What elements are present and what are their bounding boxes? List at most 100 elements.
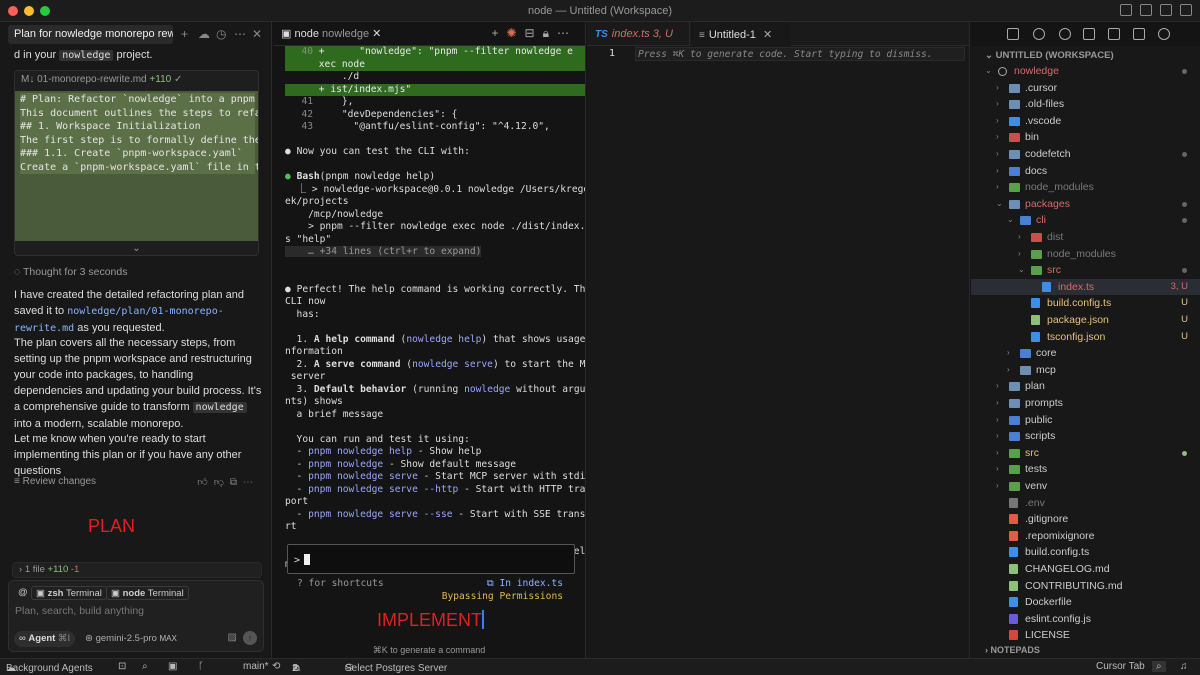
account-icon[interactable] <box>1158 28 1170 40</box>
tree-item[interactable]: › scripts <box>971 428 1200 445</box>
terminal-tab[interactable]: ▣ node nowledge ✕ <box>281 27 381 40</box>
thought-indicator[interactable]: ◌ Thought for 3 seconds <box>14 264 262 280</box>
tree-item[interactable]: .env <box>971 495 1200 512</box>
toggle-bottom-panel-icon[interactable] <box>1140 4 1152 16</box>
agent-mode-selector[interactable]: ∞ Agent ⌘I <box>14 631 76 647</box>
tree-item[interactable]: build.config.ts <box>971 544 1200 561</box>
tab-index-ts[interactable]: TS index.ts 3, U <box>587 22 690 46</box>
tree-item[interactable]: › dist <box>971 229 1200 246</box>
tab-untitled-1[interactable]: ≡ Untitled-1 ✕ <box>691 22 791 46</box>
extensions-icon[interactable] <box>1108 28 1120 40</box>
search-status-icon[interactable]: ⌕ <box>142 661 148 672</box>
history-icon[interactable]: ☁ <box>198 27 210 41</box>
tree-item[interactable]: › bin <box>971 129 1200 146</box>
mention-icon[interactable]: @ <box>14 586 32 600</box>
copy-icon[interactable]: ⧉ <box>230 477 243 488</box>
tree-item[interactable]: › codefetch <box>971 146 1200 163</box>
search-icon[interactable] <box>1059 28 1071 40</box>
tree-item[interactable]: index.ts 3, U <box>971 278 1200 296</box>
new-chat-icon[interactable]: + <box>181 27 188 41</box>
tree-item[interactable]: › .cursor <box>971 80 1200 97</box>
branch-name[interactable]: main* <box>243 661 269 672</box>
model-selector[interactable]: ⊛ gemini-2.5-pro MAX <box>85 633 177 644</box>
remote-icon[interactable]: ⊡ <box>118 661 126 672</box>
tree-item[interactable]: › mcp <box>971 362 1200 379</box>
tree-item[interactable]: › docs <box>971 163 1200 180</box>
close-tab-icon[interactable]: ✕ <box>372 28 381 40</box>
tree-item[interactable]: ⌄ src <box>971 262 1200 279</box>
terminal-chip-node[interactable]: ▣ node Terminal <box>106 586 189 600</box>
tree-item[interactable]: build.config.ts U <box>971 295 1200 312</box>
zoom-icon[interactable]: ⌕ <box>1152 661 1166 672</box>
tree-item[interactable]: › core <box>971 345 1200 362</box>
review-changes[interactable]: ≡ Review changes 👍︎👎︎⧉⋯ <box>14 476 259 488</box>
source-control-icon[interactable] <box>1083 28 1095 40</box>
review-icon: ≡ <box>14 476 20 487</box>
terminal-prompt-input[interactable]: > <box>287 544 575 574</box>
run-debug-icon[interactable] <box>1033 28 1045 40</box>
split-icon[interactable]: ⊟ <box>525 26 543 40</box>
expand-output[interactable]: … +34 lines (ctrl+r to expand) <box>285 246 482 257</box>
cursor-tab-status[interactable]: Cursor Tab <box>1096 661 1145 672</box>
tree-item[interactable]: Dockerfile <box>971 594 1200 611</box>
implement-annotation: IMPLEMENT <box>377 610 485 630</box>
terminal-status-icon[interactable]: ▣ <box>168 661 177 672</box>
plan-file-preview[interactable]: M↓ 01-monorepo-rewrite.md +110 ✓ # Plan:… <box>14 70 259 256</box>
more-icon[interactable]: ⋯ <box>557 26 577 40</box>
tree-item[interactable]: › plan <box>971 378 1200 395</box>
workspace-header[interactable]: ⌄ UNTITLED (WORKSPACE) <box>985 50 1114 61</box>
lock-icon[interactable]: 🔒︎ <box>543 26 557 40</box>
toggle-left-panel-icon[interactable] <box>1120 4 1132 16</box>
new-terminal-icon[interactable]: + <box>491 26 506 40</box>
notepads-section[interactable]: › NOTEPADS <box>985 645 1040 655</box>
tree-item[interactable]: › tests <box>971 461 1200 478</box>
close-chat-icon[interactable]: ✕ <box>252 27 262 41</box>
expand-chevron-icon[interactable]: ⌄ <box>15 243 258 254</box>
tree-item[interactable]: tsconfig.json U <box>971 329 1200 346</box>
folder-icon <box>1009 83 1020 93</box>
docker-icon[interactable] <box>1133 28 1145 40</box>
thumbs-down-icon[interactable]: 👎︎ <box>214 477 230 488</box>
image-icon[interactable]: ▨ <box>228 632 237 643</box>
chat-input[interactable]: Plan, search, build anything <box>15 605 144 617</box>
sync-icon[interactable]: ⟲ <box>272 661 280 672</box>
tree-item[interactable]: CONTRIBUTING.md <box>971 578 1200 595</box>
tree-item[interactable]: › node_modules <box>971 246 1200 263</box>
more-icon[interactable]: ⋯ <box>234 27 246 41</box>
tree-item[interactable]: › src <box>971 445 1200 462</box>
tree-item[interactable]: package.json U <box>971 312 1200 329</box>
tree-item[interactable]: eslint.config.js <box>971 611 1200 628</box>
tree-item[interactable]: › venv <box>971 478 1200 495</box>
notifications-icon[interactable]: ♫ <box>1180 661 1188 672</box>
chat-tab[interactable]: Plan for nowledge monorepo rewrite <box>8 25 173 44</box>
tree-item[interactable]: ⌄ cli <box>971 212 1200 229</box>
tree-item[interactable]: .repomixignore <box>971 528 1200 545</box>
toggle-right-panel-icon[interactable] <box>1160 4 1172 16</box>
clock-icon[interactable]: ◷ <box>216 27 226 41</box>
changed-files-summary[interactable]: › 1 file +110 -1 <box>12 562 262 578</box>
tree-item[interactable]: › .old-files <box>971 96 1200 113</box>
chevron-icon: › <box>996 149 999 158</box>
thumbs-up-icon[interactable]: 👍︎ <box>197 477 213 488</box>
tree-item[interactable]: › prompts <box>971 395 1200 412</box>
terminal-chip-zsh[interactable]: ▣ zsh Terminal <box>31 586 107 600</box>
file-icon <box>1042 281 1051 292</box>
git-branch-icon[interactable]: ᚴ <box>198 661 204 672</box>
send-button[interactable]: ↑ <box>243 631 257 645</box>
tree-item[interactable]: LICENSE <box>971 627 1200 644</box>
chat-composer[interactable]: @ ▣ zsh Terminal ▣ node Terminal Plan, s… <box>8 580 264 652</box>
tree-item[interactable]: CHANGELOG.md <box>971 561 1200 578</box>
close-tab-icon[interactable]: ✕ <box>763 29 772 41</box>
tree-item[interactable]: .gitignore <box>971 511 1200 528</box>
terminal-icon: ▣ <box>281 28 292 40</box>
tree-item[interactable]: ⌄ packages <box>971 196 1200 213</box>
tree-item[interactable]: › .vscode <box>971 113 1200 130</box>
more-options-icon[interactable]: ⋯ <box>243 477 259 488</box>
customize-layout-icon[interactable] <box>1180 4 1192 16</box>
explorer-icon[interactable] <box>1007 28 1019 40</box>
claude-icon[interactable]: ✺ <box>506 26 524 40</box>
tree-item[interactable]: › node_modules <box>971 179 1200 196</box>
tree-item[interactable]: ⌄ nowledge <box>971 63 1200 80</box>
tree-item[interactable]: › public <box>971 412 1200 429</box>
generate-code-hint[interactable]: Press ⌘K to generate code. Start typing … <box>635 47 965 61</box>
